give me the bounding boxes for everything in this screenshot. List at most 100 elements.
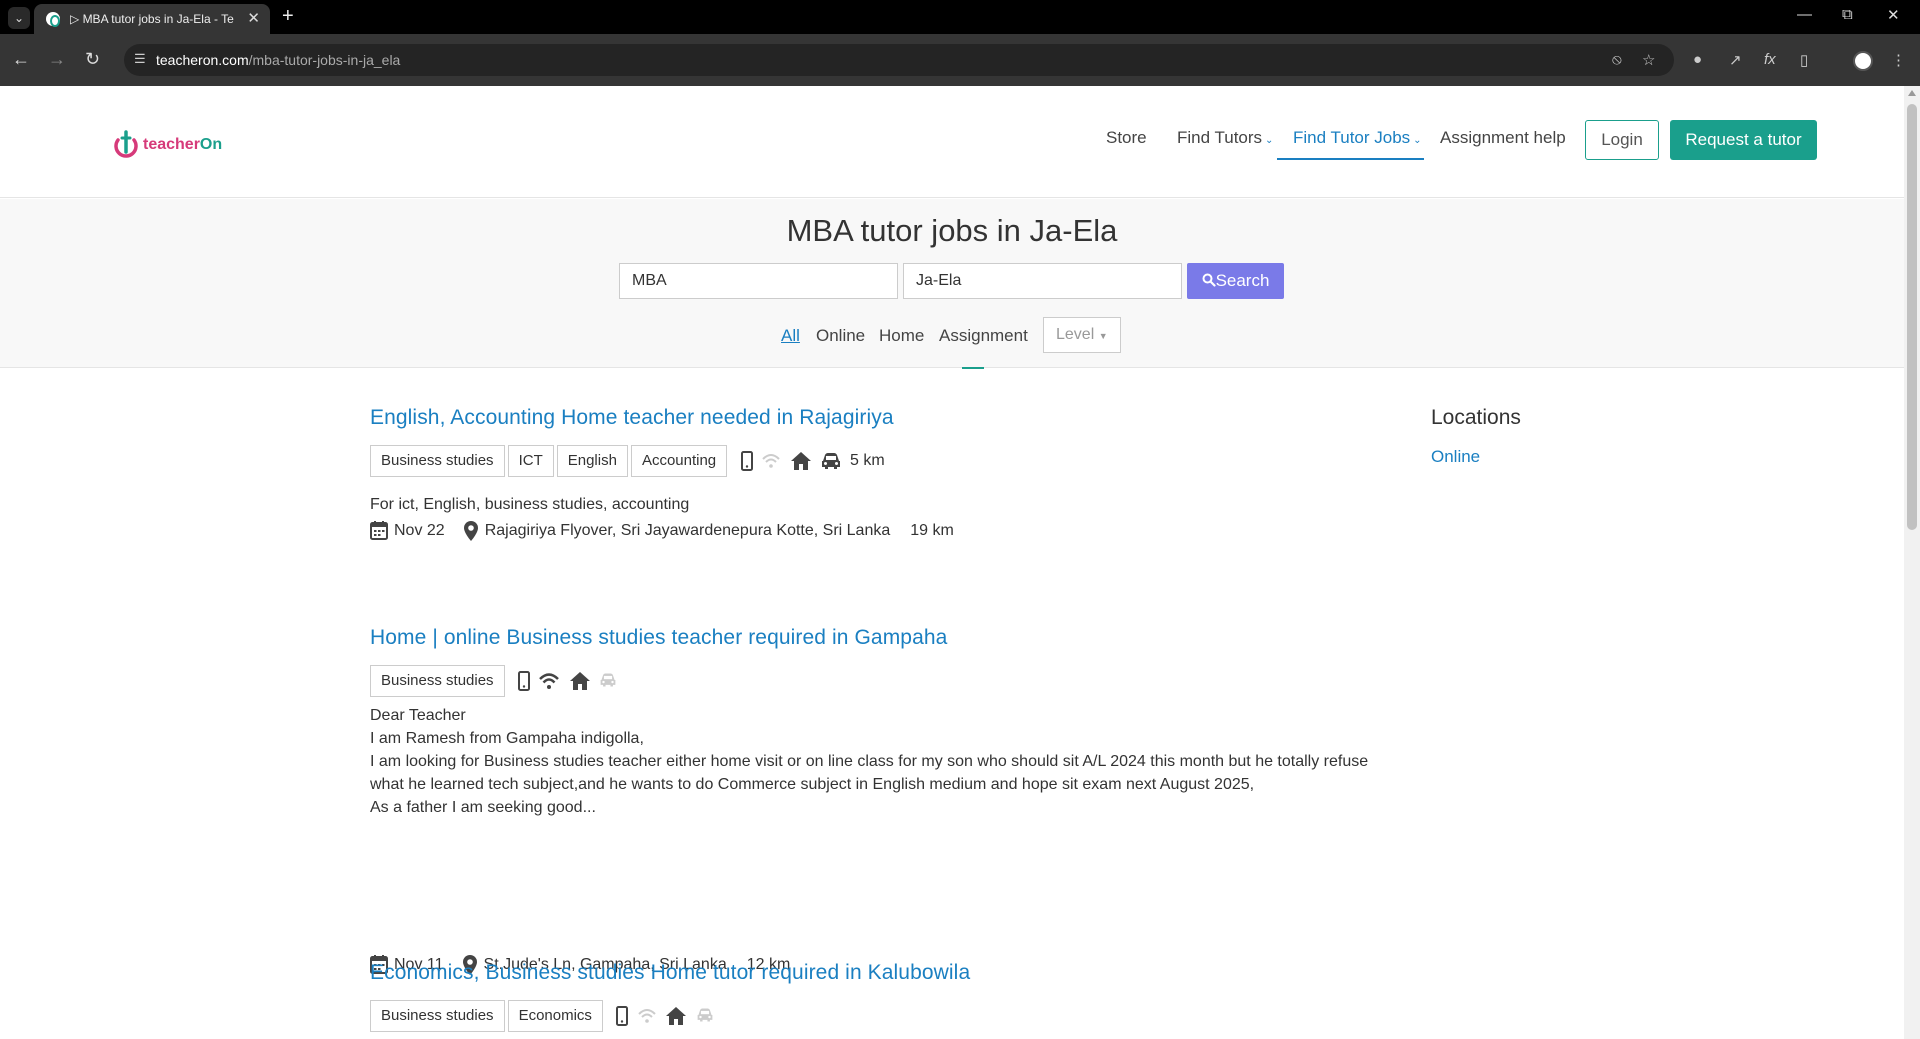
site-favicon-icon [46,12,60,27]
subject-tag[interactable]: Business studies [370,445,505,477]
location-link-online[interactable]: Online [1431,447,1480,467]
nav-find-tutor-jobs-label: Find Tutor Jobs [1293,128,1411,147]
web-page: teacherOn Store Find Tutors ⌄ Find Tutor … [0,86,1904,1039]
job-tags: Business studies [370,665,621,697]
scroll-up-arrow-icon[interactable] [1908,90,1916,96]
job-location: Rajagiriya Flyover, Sri Jayawardenepura … [484,522,891,539]
description-line: As a father I am seeking good... [370,799,596,816]
nav-find-tutor-jobs[interactable]: Find Tutor Jobs ⌄ [1293,128,1422,148]
home-icon [569,672,590,690]
minimize-icon[interactable]: — [1797,6,1812,23]
forward-arrow-icon[interactable]: → [48,48,66,70]
locations-heading: Locations [1431,406,1521,429]
filter-home[interactable]: Home [879,326,924,346]
level-dropdown-label: Level [1056,326,1095,343]
job-date: Nov 22 [394,522,445,539]
search-panel: MBA tutor jobs in Ja-Ela MBA Ja-Ela Sear… [0,199,1904,369]
chevron-down-icon: ⌄ [1413,135,1422,146]
job-description: For ict, English, business studies, acco… [370,496,690,513]
level-dropdown[interactable]: Level ▼ [1043,317,1121,353]
wifi-online-icon [762,454,780,468]
location-search-input[interactable]: Ja-Ela [903,263,1182,299]
profile-avatar[interactable] [1853,51,1873,71]
pen-extension-icon[interactable]: ↗ [1729,51,1742,69]
job-meta: Nov 22 Rajagiriya Flyover, Sri Jayawarden… [370,520,954,544]
job-tags: Business studies Economics [370,1000,718,1032]
subject-tag[interactable]: English [556,445,628,477]
browser-tab-active[interactable]: ▷ MBA tutor jobs in Ja-Ela - Te ✕ [34,4,270,34]
nav-find-tutors-label: Find Tutors [1177,128,1263,147]
filter-indicator [962,367,984,369]
nav-assignment-help[interactable]: Assignment help [1440,128,1566,148]
teaching-mode-icons [740,445,846,477]
page-title: MBA tutor jobs in Ja-Ela [786,213,1118,248]
request-tutor-button[interactable]: Request a tutor [1670,120,1817,160]
window-close-icon[interactable]: ✕ [1887,6,1900,24]
subject-tag[interactable]: Economics [507,1000,603,1032]
teacheron-logo-icon [114,130,138,158]
subject-search-input[interactable]: MBA [619,263,898,299]
phone-icon [616,1006,629,1026]
subject-tag[interactable]: ICT [507,445,554,477]
calendar-icon [370,521,388,540]
job-title-link[interactable]: English, Accounting Home teacher needed … [370,406,894,430]
teacheron-logo[interactable]: teacherOn [112,122,242,164]
search-button-label: Search [1215,271,1270,290]
reload-icon[interactable]: ↻ [85,48,100,70]
browser-menu-icon[interactable]: ⋮ [1891,51,1906,69]
active-nav-underline [1277,158,1424,160]
browser-tab-strip: ⌄ ▷ MBA tutor jobs in Ja-Ela - Te ✕ + — … [0,0,1920,34]
address-bar[interactable]: ☰ teacheron.com/mba-tutor-jobs-in-ja_ela… [124,44,1674,76]
url-text: teacheron.com/mba-tutor-jobs-in-ja_ela [156,52,401,68]
subject-tag[interactable]: Business studies [370,665,505,697]
subject-tag[interactable]: Business studies [370,1000,505,1032]
tab-title: ▷ MBA tutor jobs in Ja-Ela - Te [70,12,234,26]
formula-extension-icon[interactable]: fx [1764,51,1776,68]
scrollbar-thumb[interactable] [1907,104,1917,530]
site-header: teacherOn Store Find Tutors ⌄ Find Tutor … [0,86,1904,198]
site-info-icon[interactable]: ☰ [134,51,152,69]
login-button[interactable]: Login [1585,120,1659,160]
description-line: Dear Teacher [370,707,466,724]
job-title-link[interactable]: Home | online Business studies teacher r… [370,626,947,650]
tab-close-icon[interactable]: ✕ [247,9,260,27]
job-tags: Business studies ICT English Accounting 5 k… [370,445,885,477]
job-title-link[interactable]: Economics, Business studies Home tutor r… [370,961,970,985]
eye-off-icon[interactable]: ⦸ [1612,51,1622,68]
search-icon [1202,273,1216,287]
description-line: I am looking for Business studies teache… [370,753,1369,793]
puzzle-extensions-icon[interactable]: ▯ [1800,51,1808,69]
filter-online[interactable]: Online [816,326,865,346]
back-arrow-icon[interactable]: ← [12,48,30,70]
travel-distance: 5 km [849,452,885,469]
restore-icon[interactable]: ⧉ [1842,6,1853,23]
car-travel-icon [697,1008,713,1022]
page-scrollbar[interactable] [1904,86,1920,1039]
search-button[interactable]: Search [1187,263,1284,299]
job-description: Dear Teacher I am Ramesh from Gampaha in… [370,704,1380,819]
caret-down-icon: ▼ [1098,331,1108,341]
nav-store[interactable]: Store [1106,128,1147,148]
map-pin-icon [463,521,478,541]
wifi-online-icon [638,1009,656,1023]
description-line: I am Ramesh from Gampaha indigolla, [370,730,644,747]
browser-toolbar: ← → ↻ ☰ teacheron.com/mba-tutor-jobs-in-… [0,34,1920,86]
extension-icon[interactable]: ● [1693,51,1702,68]
filter-all[interactable]: All [781,326,800,346]
tab-search-chevron-icon[interactable]: ⌄ [8,7,30,29]
teaching-mode-icons [518,665,621,697]
phone-icon [740,451,753,471]
car-travel-icon [601,673,616,687]
bookmark-star-icon[interactable]: ☆ [1642,51,1655,69]
chevron-down-icon: ⌄ [1265,135,1274,146]
home-icon [790,452,811,470]
home-icon [666,1007,687,1025]
new-tab-plus-icon[interactable]: + [282,5,294,27]
car-travel-icon [821,453,840,469]
teaching-mode-icons [616,1000,717,1032]
logo-wordmark: teacherOn [143,136,223,153]
phone-icon [518,671,531,691]
nav-find-tutors[interactable]: Find Tutors ⌄ [1177,128,1273,148]
filter-assignment[interactable]: Assignment [939,326,1028,346]
subject-tag[interactable]: Accounting [630,445,728,477]
